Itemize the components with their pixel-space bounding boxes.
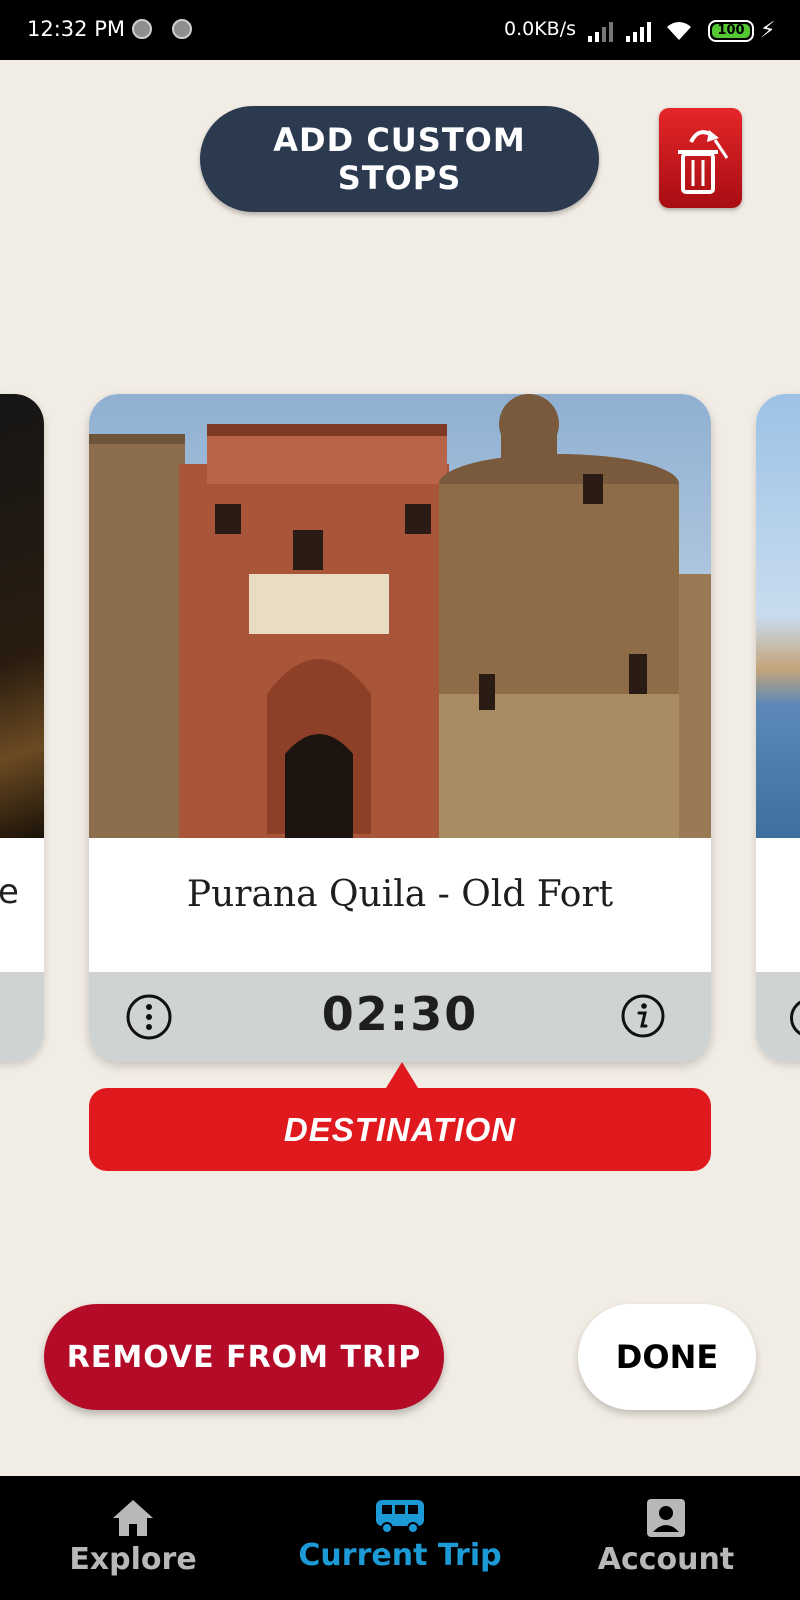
stop-title: Purana Quila - Old Fort [186, 874, 614, 915]
notification-dot-icon [172, 19, 192, 39]
charging-icon: ⚡ [760, 18, 776, 43]
bottom-navigation: Explore Current Trip Account [0, 1476, 800, 1600]
remove-from-trip-button[interactable]: REMOVE FROM TRIP [44, 1304, 444, 1410]
previous-stop-card[interactable]: e [0, 394, 44, 1062]
next-stop-image [756, 394, 800, 838]
trash-icon [678, 130, 729, 194]
account-icon [647, 1499, 685, 1537]
stop-duration: 02:30 [321, 987, 479, 1041]
network-speed: 0.0KB/s [504, 18, 577, 40]
previous-stop-title: e [0, 872, 19, 912]
done-button[interactable]: DONE [578, 1304, 756, 1410]
nav-label-explore: Explore [69, 1542, 197, 1577]
home-icon [113, 1500, 153, 1536]
wifi-icon [667, 22, 691, 40]
destination-pointer [386, 1062, 418, 1088]
next-stop-footer [756, 972, 800, 1062]
destination-badge: DESTINATION [89, 1088, 711, 1171]
signal-icon [626, 22, 651, 42]
previous-stop-footer [0, 972, 44, 1062]
bus-icon [376, 1500, 424, 1534]
status-bar: 12:32 PM 0.0KB/s 100 ⚡ [0, 0, 800, 60]
battery-icon: 100 [708, 20, 754, 42]
current-stop-card[interactable]: Purana Quila - Old Fort 02:30 [89, 394, 711, 1062]
add-custom-stops-button[interactable]: ADD CUSTOM STOPS [200, 106, 599, 212]
previous-stop-image [0, 394, 44, 838]
status-time: 12:32 PM [27, 17, 125, 41]
signal-icon [588, 22, 613, 42]
nav-label-current-trip: Current Trip [298, 1538, 502, 1573]
nav-item-current-trip[interactable]: Current Trip [276, 1476, 524, 1600]
nav-label-account: Account [597, 1542, 735, 1577]
clear-trip-button[interactable] [659, 108, 742, 208]
next-stop-card[interactable] [756, 394, 800, 1062]
notification-dot-icon [132, 19, 152, 39]
stop-image [89, 394, 711, 838]
info-icon[interactable] [620, 993, 666, 1039]
battery-level: 100 [712, 24, 750, 38]
stop-footer: 02:30 [89, 972, 711, 1062]
nav-item-explore[interactable]: Explore [50, 1476, 216, 1600]
nav-item-account[interactable]: Account [580, 1476, 752, 1600]
more-vertical-icon [790, 998, 800, 1038]
